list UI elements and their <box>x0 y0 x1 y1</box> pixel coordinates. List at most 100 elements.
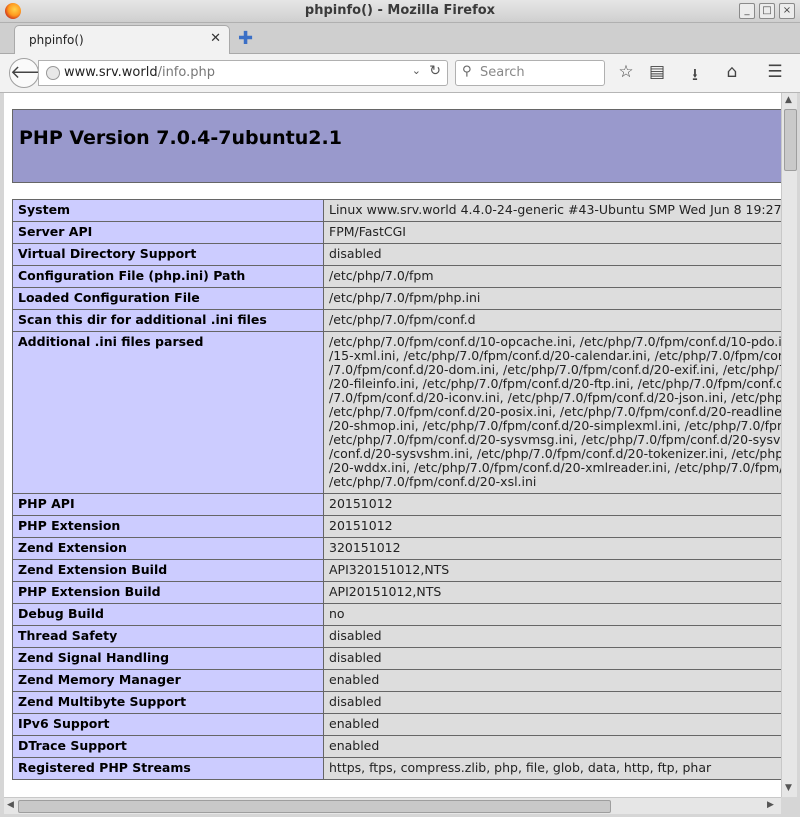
row-value: 320151012 <box>323 537 781 560</box>
tab-phpinfo[interactable]: phpinfo() ✕ <box>14 25 230 54</box>
php-version-header: PHP Version 7.0.4-7ubuntu2.1 <box>12 109 781 183</box>
ini-file-line: /etc/php/7.0/fpm/conf.d/20-xsl.ini <box>329 474 537 489</box>
url-text[interactable]: www.srv.world/info.php <box>64 65 215 80</box>
row-key: Zend Signal Handling <box>12 647 324 670</box>
table-row: Zend Extension 320151012 <box>12 537 781 560</box>
table-row: Virtual Directory Support disabled <box>12 243 781 266</box>
ini-file-line: /etc/php/7.0/fpm/conf.d/10-opcache.ini, … <box>329 334 781 349</box>
row-key: Registered PHP Streams <box>12 757 324 780</box>
ini-file-line: /7.0/fpm/conf.d/20-dom.ini, /etc/php/7.0… <box>329 362 781 377</box>
downloads-icon[interactable]: ⭳ <box>685 62 705 91</box>
ini-file-line: /conf.d/20-sysvshm.ini, /etc/php/7.0/fpm… <box>329 446 781 461</box>
row-key: Loaded Configuration File <box>12 287 324 310</box>
back-button[interactable]: 🡐 <box>9 58 58 88</box>
row-key: PHP API <box>12 493 324 516</box>
reload-icon[interactable]: ↻ <box>429 63 441 79</box>
row-value: API320151012,NTS <box>323 559 781 582</box>
url-dropdown-icon[interactable]: ⌄ <box>412 64 421 77</box>
table-row: DTrace Support enabled <box>12 735 781 758</box>
window-title: phpinfo() - Mozilla Firefox <box>304 3 496 18</box>
scroll-right-icon[interactable]: ▶ <box>767 800 774 810</box>
row-key: Server API <box>12 221 324 244</box>
horizontal-scrollbar[interactable]: ◀ ▶ <box>4 797 781 814</box>
table-row: Zend Memory Manager enabled <box>12 669 781 692</box>
home-icon[interactable]: ⌂ <box>722 62 742 82</box>
scroll-down-icon[interactable]: ▼ <box>785 783 792 793</box>
ini-file-line: /etc/php/7.0/fpm/conf.d/20-sysvmsg.ini, … <box>329 432 781 447</box>
table-row: Server API FPM/FastCGI <box>12 221 781 244</box>
row-key: Virtual Directory Support <box>12 243 324 266</box>
row-key: Configuration File (php.ini) Path <box>12 265 324 288</box>
row-value: /etc/php/7.0/fpm/conf.d/10-opcache.ini, … <box>323 331 781 494</box>
ini-file-line: /20-wddx.ini, /etc/php/7.0/fpm/conf.d/20… <box>329 460 781 475</box>
row-key: Zend Extension Build <box>12 559 324 582</box>
tab-strip: phpinfo() ✕ ✚ <box>0 23 800 54</box>
minimize-button[interactable]: _ <box>739 3 755 19</box>
globe-icon <box>46 66 60 80</box>
url-host: www.srv.world <box>64 65 158 80</box>
row-value: /etc/php/7.0/fpm/php.ini <box>323 287 781 310</box>
row-key: Zend Multibyte Support <box>12 691 324 714</box>
search-icon: ⚲ <box>462 64 472 79</box>
ini-file-line: /etc/php/7.0/fpm/conf.d/20-posix.ini, /e… <box>329 404 781 419</box>
row-value: disabled <box>323 243 781 266</box>
table-row: Debug Build no <box>12 603 781 626</box>
search-input[interactable]: ⚲ Search <box>455 60 605 86</box>
navigation-toolbar: 🡐 www.srv.world/info.php ⌄ ↻ ⚲ Search ☆ … <box>0 54 800 93</box>
table-row: Zend Signal Handling disabled <box>12 647 781 670</box>
row-value: disabled <box>323 647 781 670</box>
row-key: Zend Memory Manager <box>12 669 324 692</box>
row-value: enabled <box>323 669 781 692</box>
scroll-left-icon[interactable]: ◀ <box>7 800 14 810</box>
row-value: enabled <box>323 735 781 758</box>
close-window-button[interactable]: × <box>779 3 795 19</box>
table-row: Zend Multibyte Support disabled <box>12 691 781 714</box>
table-row: PHP API 20151012 <box>12 493 781 516</box>
table-row: Scan this dir for additional .ini files /… <box>12 309 781 332</box>
table-row: PHP Extension 20151012 <box>12 515 781 538</box>
row-key: IPv6 Support <box>12 713 324 736</box>
row-key: System <box>12 199 324 222</box>
info-table: System Linux www.srv.world 4.4.0-24-gener… <box>12 199 781 780</box>
maximize-button[interactable]: □ <box>759 3 775 19</box>
table-row: Thread Safety disabled <box>12 625 781 648</box>
row-value: FPM/FastCGI <box>323 221 781 244</box>
bookmark-star-icon[interactable]: ☆ <box>616 62 636 82</box>
new-tab-icon[interactable]: ✚ <box>238 28 253 49</box>
row-value: /etc/php/7.0/fpm/conf.d <box>323 309 781 332</box>
ini-file-line: /20-fileinfo.ini, /etc/php/7.0/fpm/conf.… <box>329 376 781 391</box>
page-content: PHP Version 7.0.4-7ubuntu2.1 System Linux… <box>4 93 781 797</box>
url-path: /info.php <box>157 65 215 80</box>
url-bar[interactable]: www.srv.world/info.php ⌄ ↻ <box>38 60 448 86</box>
row-key: Zend Extension <box>12 537 324 560</box>
ini-file-line: /7.0/fpm/conf.d/20-iconv.ini, /etc/php/7… <box>329 390 781 405</box>
table-row: Configuration File (php.ini) Path/etc/ph… <box>12 265 781 288</box>
table-row: Additional .ini files parsed/etc/php/7.0… <box>12 331 781 494</box>
row-value: 20151012 <box>323 515 781 538</box>
row-key: Scan this dir for additional .ini files <box>12 309 324 332</box>
row-value: /etc/php/7.0/fpm <box>323 265 781 288</box>
row-key: Thread Safety <box>12 625 324 648</box>
page-title: PHP Version 7.0.4-7ubuntu2.1 <box>19 127 342 149</box>
table-row: IPv6 Support enabled <box>12 713 781 736</box>
vertical-scrollbar[interactable]: ▲ ▼ <box>781 93 797 797</box>
window-titlebar: phpinfo() - Mozilla Firefox _ □ × <box>0 0 800 23</box>
search-placeholder: Search <box>480 65 525 80</box>
row-value: API20151012,NTS <box>323 581 781 604</box>
table-row: System Linux www.srv.world 4.4.0-24-gener… <box>12 199 781 222</box>
vertical-scroll-thumb[interactable] <box>784 109 797 171</box>
row-key: DTrace Support <box>12 735 324 758</box>
row-value: https, ftps, compress.zlib, php, file, g… <box>323 757 781 780</box>
row-key: Debug Build <box>12 603 324 626</box>
horizontal-scroll-thumb[interactable] <box>18 800 611 813</box>
reading-list-icon[interactable]: ▤ <box>647 62 667 82</box>
row-value: disabled <box>323 625 781 648</box>
menu-icon[interactable]: ☰ <box>765 62 785 82</box>
row-key: PHP Extension <box>12 515 324 538</box>
row-value: 20151012 <box>323 493 781 516</box>
tab-label: phpinfo() <box>29 33 84 47</box>
row-value: disabled <box>323 691 781 714</box>
scroll-up-icon[interactable]: ▲ <box>785 95 792 105</box>
close-tab-icon[interactable]: ✕ <box>210 31 221 46</box>
table-row: Registered PHP Streams https, ftps, compr… <box>12 757 781 780</box>
